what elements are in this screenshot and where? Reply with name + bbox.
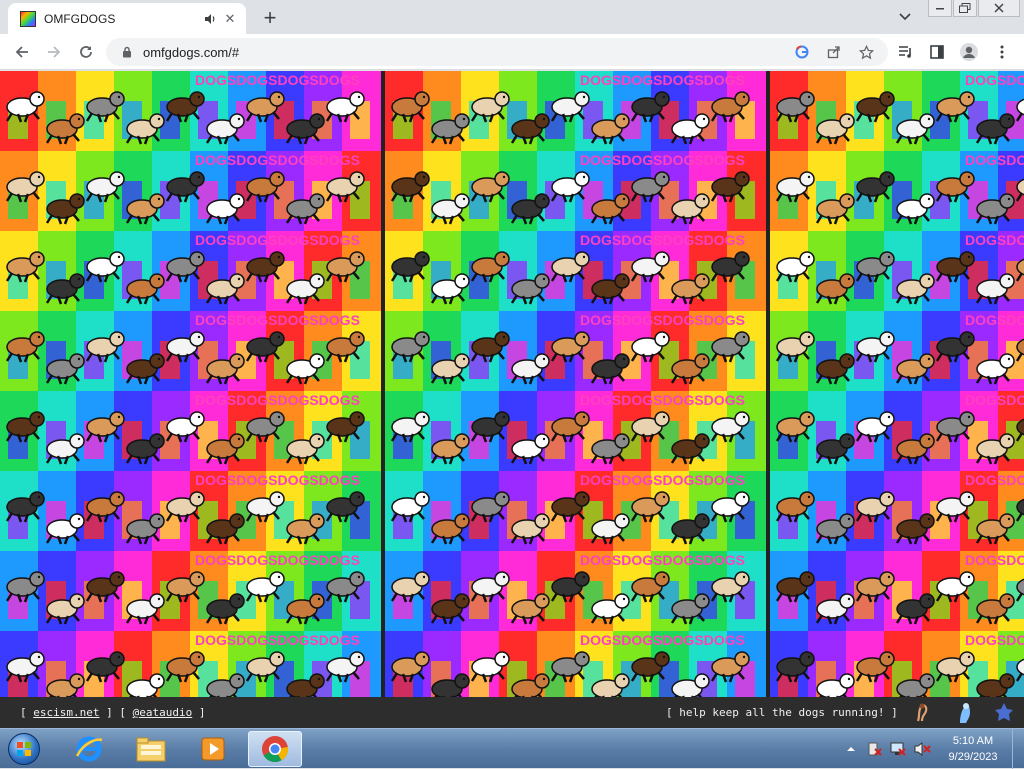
dogs-pattern-text: DOGSDOGSDOGSDOGS	[580, 232, 745, 248]
dogs-pattern-text: DOGSDOGSDOGSDOGS	[195, 632, 360, 648]
network-icon[interactable]	[888, 735, 908, 763]
running-dogs-background: DOGSDOGSDOGSDOGS DOGSDOGSDOGSDOGS DOGSDOGS…	[0, 71, 1024, 697]
dogs-pattern-text: DOGSDOGSDOGSDOGS	[965, 312, 1024, 328]
footer-links: [ escism.net ] [ @eataudio ]	[20, 706, 205, 719]
escism-link[interactable]: escism.net	[33, 706, 99, 719]
dogs-pattern-text: DOGSDOGSDOGSDOGS	[965, 72, 1024, 88]
action-center-icon[interactable]	[864, 735, 884, 763]
eataudio-link[interactable]: @eataudio	[133, 706, 193, 719]
dogs-pattern-text: DOGSDOGSDOGSDOGS	[195, 232, 360, 248]
reload-icon[interactable]	[72, 38, 100, 66]
footer-bracket: [	[20, 706, 34, 719]
dogs-pattern-text: DOGSDOGSDOGSDOGS	[195, 552, 360, 568]
dogs-pattern-text: DOGSDOGSDOGSDOGS	[965, 552, 1024, 568]
dogs-pattern-text: DOGSDOGSDOGSDOGS	[580, 472, 745, 488]
dogs-pattern-text: DOGSDOGSDOGSDOGS	[965, 152, 1024, 168]
chrome-taskbar-icon[interactable]	[248, 731, 302, 767]
plus-icon[interactable]: +	[258, 5, 282, 30]
windows-taskbar: 5:10 AM 9/29/2023	[0, 728, 1024, 769]
start-button[interactable]	[4, 730, 44, 768]
file-explorer-icon[interactable]	[124, 731, 178, 767]
system-clock[interactable]: 5:10 AM 9/29/2023	[940, 733, 1006, 765]
share-icon[interactable]	[822, 40, 846, 64]
dogs-pattern-text: DOGSDOGSDOGSDOGS	[965, 232, 1024, 248]
show-desktop-button[interactable]	[1012, 729, 1024, 769]
page-footer: [ escism.net ] [ @eataudio ] [ help keep…	[0, 697, 1024, 728]
dogs-pattern-text: DOGSDOGSDOGSDOGS	[195, 472, 360, 488]
tray-expand-icon[interactable]	[844, 735, 858, 763]
dogs-pattern-text: DOGSDOGSDOGSDOGS	[580, 392, 745, 408]
media-icon[interactable]	[894, 40, 918, 64]
tab-omfgdogs[interactable]: OMFGDOGS ✕	[8, 3, 246, 34]
footer-bracket: ]	[192, 706, 206, 719]
dogs-pattern-text: DOGSDOGSDOGSDOGS	[580, 312, 745, 328]
star-icon[interactable]	[854, 40, 878, 64]
close-icon[interactable]: ✕	[222, 11, 238, 27]
clock-time: 5:10 AM	[952, 735, 994, 747]
dogs-pattern-text: DOGSDOGSDOGSDOGS	[580, 632, 745, 648]
dogs-pattern-text: DOGSDOGSDOGSDOGS	[195, 312, 360, 328]
browser-toolbar: omfgdogs.com/#	[0, 34, 1024, 70]
profile-icon[interactable]	[957, 40, 981, 64]
tab-strip: OMFGDOGS ✕ +	[0, 0, 1024, 34]
bitcoin-icon[interactable]	[992, 701, 1014, 723]
address-bar[interactable]: omfgdogs.com/#	[106, 38, 888, 66]
dogs-pattern-text: DOGSDOGSDOGSDOGS	[580, 72, 745, 88]
dogs-pattern-text: DOGSDOGSDOGSDOGS	[580, 552, 745, 568]
paypal-icon[interactable]	[953, 701, 975, 723]
window-close-button[interactable]	[978, 0, 1020, 17]
page-content: DOGSDOGSDOGSDOGS DOGSDOGSDOGSDOGS DOGSDOGS…	[0, 71, 1024, 697]
dogs-pattern-text: DOGSDOGSDOGSDOGS	[195, 72, 360, 88]
minimize-button[interactable]	[928, 0, 952, 17]
dogs-pattern-text: DOGSDOGSDOGSDOGS	[965, 472, 1024, 488]
tab-title: OMFGDOGS	[44, 11, 116, 26]
chevron-down-icon[interactable]	[896, 8, 914, 26]
speaker-icon[interactable]	[202, 11, 218, 27]
back-icon[interactable]	[8, 38, 36, 66]
favicon-icon	[20, 10, 36, 27]
restore-button[interactable]	[953, 0, 977, 17]
windows-logo-icon	[8, 733, 40, 765]
lock-icon[interactable]	[120, 45, 134, 59]
dogs-pattern-text: DOGSDOGSDOGSDOGS	[965, 392, 1024, 408]
internet-explorer-icon[interactable]	[62, 731, 116, 767]
clock-date: 9/29/2023	[948, 751, 998, 763]
patreon-icon[interactable]	[912, 701, 934, 723]
url-text: omfgdogs.com/#	[143, 44, 240, 60]
dogs-pattern-text: DOGSDOGSDOGSDOGS	[195, 152, 360, 168]
dogs-pattern-text: DOGSDOGSDOGSDOGS	[195, 392, 360, 408]
footer-separator: ] [	[99, 706, 133, 719]
google-icon[interactable]	[790, 40, 814, 64]
dogs-pattern-text: DOGSDOGSDOGSDOGS	[580, 152, 745, 168]
menu-icon[interactable]	[990, 40, 1014, 64]
dogs-pattern-text: DOGSDOGSDOGSDOGS	[965, 632, 1024, 648]
volume-muted-icon[interactable]	[912, 735, 932, 763]
donate-link[interactable]: [ help keep all the dogs running! ]	[666, 706, 898, 719]
sidepanel-icon[interactable]	[925, 40, 949, 64]
forward-icon[interactable]	[40, 38, 68, 66]
media-player-icon[interactable]	[186, 731, 240, 767]
